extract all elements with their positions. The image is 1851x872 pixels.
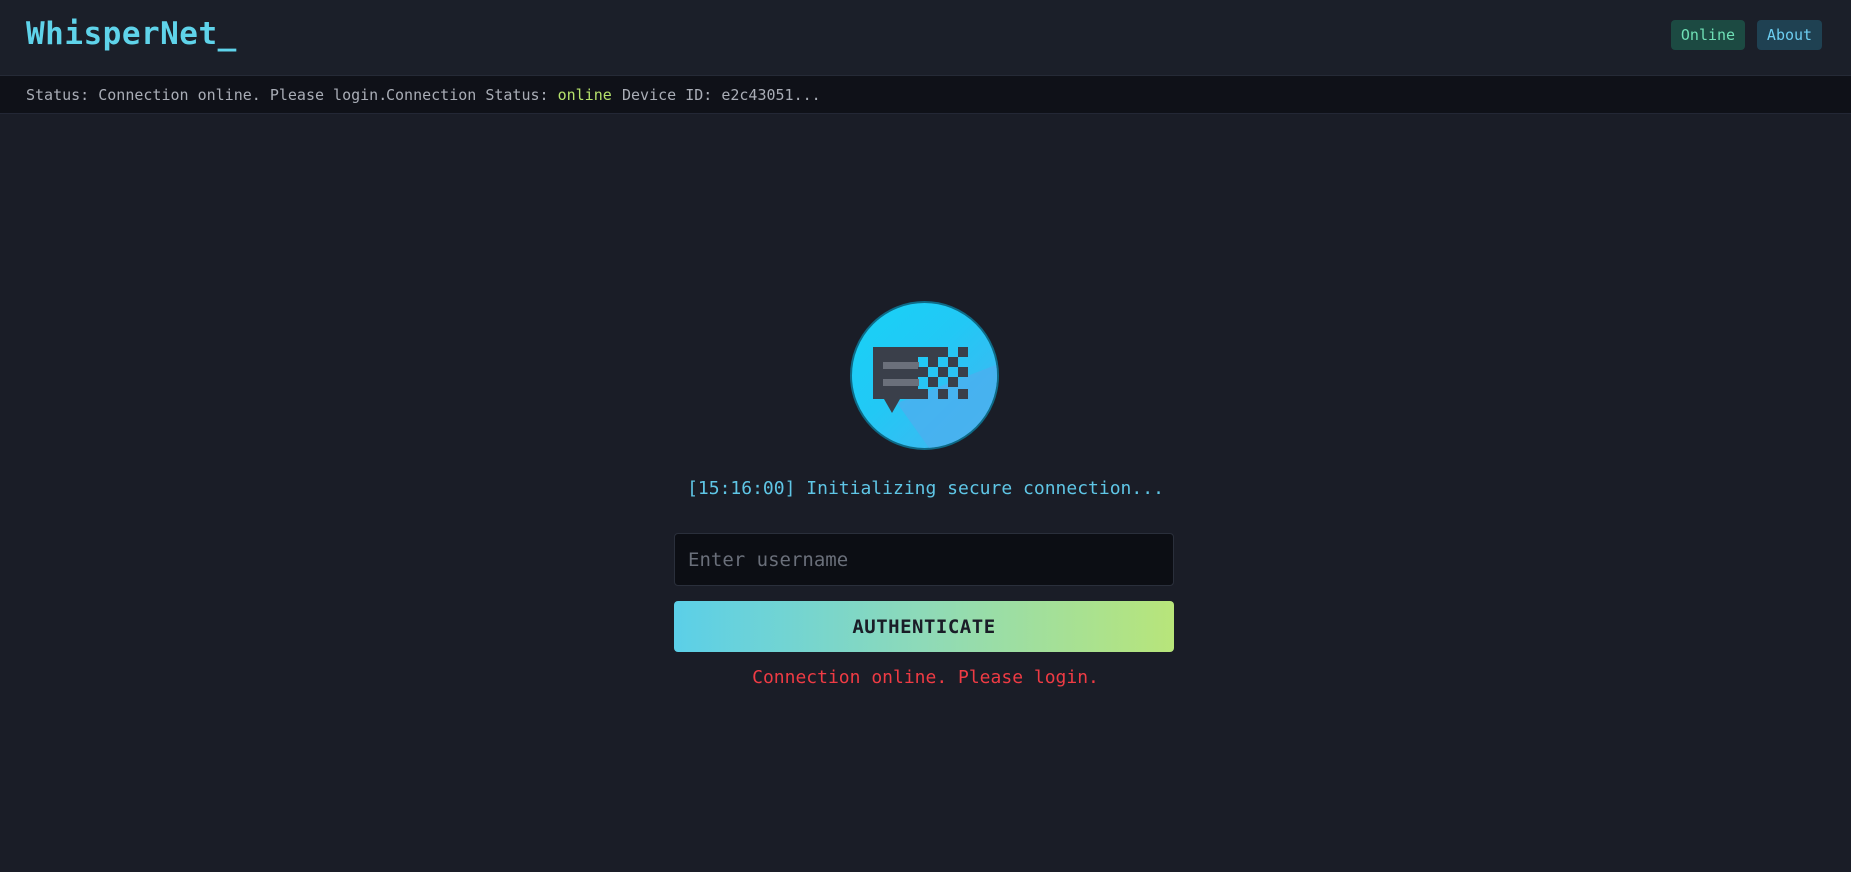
chat-bubble-pixel-icon bbox=[873, 347, 997, 448]
connection-status-label: Connection Status: bbox=[386, 86, 558, 104]
connection-status-value: online bbox=[557, 86, 612, 104]
username-input[interactable] bbox=[674, 533, 1174, 586]
login-status-message: Connection online. Please login. bbox=[752, 667, 1099, 688]
app-logo: WhisperNet_ bbox=[26, 16, 237, 52]
online-status-button[interactable]: Online bbox=[1671, 20, 1745, 50]
status-text: Status: Connection online. Please login. bbox=[26, 86, 388, 104]
about-button[interactable]: About bbox=[1757, 20, 1822, 50]
authenticate-button[interactable]: AUTHENTICATE bbox=[674, 601, 1174, 652]
status-bar: Status: Connection online. Please login.… bbox=[0, 76, 1851, 114]
device-id: Device ID: e2c43051... bbox=[622, 86, 821, 104]
connection-log-line: [15:16:00] Initializing secure connectio… bbox=[687, 478, 1164, 499]
chat-logo-icon bbox=[850, 301, 999, 450]
app-header: WhisperNet_ Online About bbox=[0, 0, 1851, 76]
connection-status: Connection Status: online bbox=[386, 76, 612, 114]
